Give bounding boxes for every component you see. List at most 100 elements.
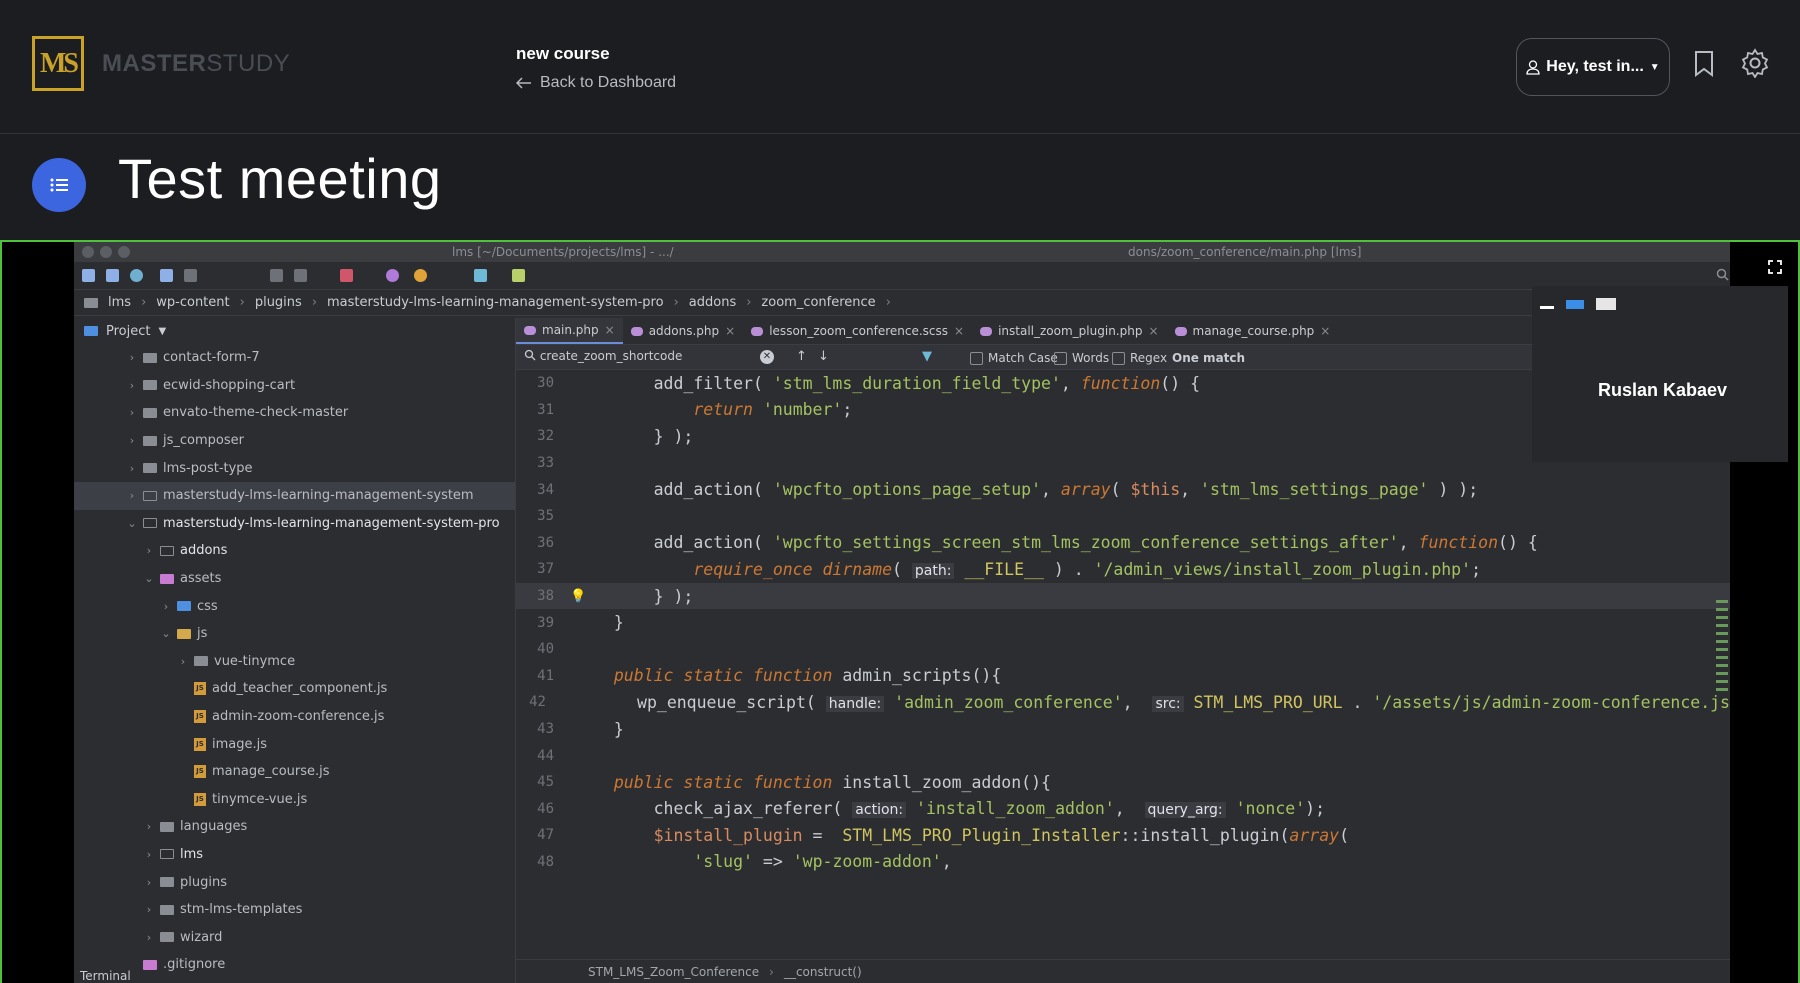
terminal-tab[interactable]: Terminal [80,969,131,983]
tree-item[interactable]: .gitignore [74,951,515,979]
tree-item[interactable]: › languages [74,813,515,841]
meeting-video-frame[interactable]: lms [~/Documents/projects/lms] - .../ do… [0,240,1800,983]
chevron-down-icon[interactable]: ⌄ [125,517,139,530]
masterstudy-logo[interactable]: MS MASTERSTUDY [32,36,290,91]
next-match-icon[interactable]: ↓ [818,349,829,364]
close-tab-icon[interactable]: × [954,324,964,338]
chevron-right-icon[interactable]: › [125,379,139,392]
close-tab-icon[interactable]: × [1320,324,1330,338]
chevron-down-icon[interactable]: ⌄ [159,627,173,640]
tree-item[interactable]: ⌄ masterstudy-lms-learning-management-sys… [74,510,515,538]
chevron-right-icon[interactable]: › [176,655,190,668]
prev-match-icon[interactable]: ↑ [796,349,807,364]
participant-video-tile[interactable]: Ruslan Kabaev [1532,286,1788,462]
code-line[interactable]: 36 add_action( 'wpcfto_settings_screen_s… [516,530,1730,557]
editor-tab[interactable]: manage_course.php × [1167,318,1339,344]
code-line[interactable]: 37 require_once dirname( path: __FILE__ … [516,556,1730,583]
back-to-dashboard-link[interactable]: Back to Dashboard [516,74,676,92]
footer-class[interactable]: STM_LMS_Zoom_Conference [588,965,759,979]
minimize-icon[interactable] [1540,306,1554,309]
chevron-right-icon[interactable]: › [125,406,139,419]
code-line[interactable]: 35 [516,503,1730,530]
code-line[interactable]: 38 💡 } ); [516,582,1730,610]
code-line[interactable]: 46 check_ajax_referer( action: 'install_… [516,796,1730,823]
regex-option[interactable]: Regex [1112,351,1167,365]
crumb-0[interactable]: lms [108,295,131,310]
tree-item[interactable]: › plugins [74,868,515,896]
editor-tab[interactable]: addons.php × [623,318,744,344]
match-case-checkbox[interactable] [970,351,983,365]
chevron-right-icon[interactable]: › [142,848,156,861]
crumb-1[interactable]: wp-content [156,295,229,310]
code-line[interactable]: 41 public static function admin_scripts(… [516,663,1730,690]
tree-item[interactable]: › lms [74,841,515,869]
code-line[interactable]: 43 } [516,716,1730,743]
close-tab-icon[interactable]: × [725,324,735,338]
crumb-3[interactable]: masterstudy-lms-learning-management-syst… [327,295,664,310]
code-line[interactable]: 47 $install_plugin = STM_LMS_PRO_Plugin_… [516,822,1730,849]
words-option[interactable]: Words [1054,351,1109,365]
tree-item[interactable]: › wizard [74,923,515,951]
chevron-right-icon[interactable]: › [142,544,156,557]
close-tab-icon[interactable]: × [605,323,615,337]
close-tab-icon[interactable]: × [1148,324,1158,338]
crumb-2[interactable]: plugins [255,295,302,310]
tree-item[interactable]: ⌄ assets [74,565,515,593]
chevron-right-icon[interactable]: › [142,903,156,916]
code-line[interactable]: 45 public static function install_zoom_a… [516,769,1730,796]
code-line[interactable]: 44 [516,742,1730,769]
crumb-4[interactable]: addons [689,295,736,310]
curriculum-menu-button[interactable] [32,158,86,212]
chevron-down-icon[interactable]: ⌄ [142,572,156,585]
clear-search-icon[interactable]: ✕ [760,350,774,364]
editor-tab[interactable]: lesson_zoom_conference.scss × [743,318,972,344]
tree-item[interactable]: JS manage_course.js [74,758,515,786]
tree-item[interactable]: ⌄ js [74,620,515,648]
fullscreen-icon[interactable] [1768,260,1782,279]
code-line[interactable]: 39 } [516,609,1730,636]
chevron-right-icon[interactable]: › [125,462,139,475]
chevron-right-icon[interactable]: › [142,931,156,944]
chevron-right-icon[interactable]: › [125,434,139,447]
chevron-right-icon[interactable]: › [125,351,139,364]
chevron-right-icon[interactable]: › [142,876,156,889]
user-menu-button[interactable]: Hey, test in... ▼ [1516,38,1670,96]
project-label[interactable]: Project [106,324,150,339]
tree-item[interactable]: › masterstudy-lms-learning-management-sys… [74,481,515,510]
gallery-view-icon[interactable] [1596,298,1616,310]
filter-icon[interactable]: ▼ [922,349,932,364]
chevron-right-icon[interactable]: › [142,820,156,833]
footer-method[interactable]: __construct() [784,965,862,979]
tree-item[interactable]: JS image.js [74,730,515,758]
gear-icon[interactable] [1740,48,1770,83]
regex-checkbox[interactable] [1112,351,1125,365]
tree-item[interactable]: › ecwid-shopping-cart [74,372,515,400]
tree-item[interactable]: JS add_teacher_component.js [74,675,515,703]
words-checkbox[interactable] [1054,351,1067,365]
tree-item[interactable]: › envato-theme-check-master [74,399,515,427]
tree-item[interactable]: › lms-post-type [74,454,515,482]
chevron-right-icon[interactable]: › [125,489,139,502]
tree-item[interactable]: › vue-tinymce [74,648,515,676]
code-line[interactable]: 40 [516,636,1730,663]
editor-tab[interactable]: install_zoom_plugin.php × [972,318,1166,344]
chevron-right-icon[interactable]: › [159,600,173,613]
find-input[interactable]: create_zoom_shortcode [524,349,824,367]
tree-item[interactable]: › css [74,592,515,620]
tree-item[interactable]: › contact-form-7 [74,344,515,372]
code-line[interactable]: 34 add_action( 'wpcfto_options_page_setu… [516,476,1730,503]
tree-item[interactable]: › stm-lms-templates [74,896,515,924]
speaker-view-icon[interactable] [1566,300,1584,309]
match-case-option[interactable]: Match Case [970,351,1058,365]
crumb-5[interactable]: zoom_conference [761,295,875,310]
code-text: } [594,613,624,633]
tree-item[interactable]: › addons [74,537,515,565]
bookmark-icon[interactable] [1694,50,1714,82]
editor-tab[interactable]: main.php × [516,318,623,344]
tree-item[interactable]: JS admin-zoom-conference.js [74,703,515,731]
code-line[interactable]: 48 'slug' => 'wp-zoom-addon', [516,849,1730,876]
code-line[interactable]: 42 wp_enqueue_script( handle: 'admin_zoo… [516,689,1730,716]
lightbulb-icon[interactable]: 💡 [554,589,594,604]
tree-item[interactable]: › js_composer [74,427,515,455]
tree-item[interactable]: JS tinymce-vue.js [74,786,515,814]
